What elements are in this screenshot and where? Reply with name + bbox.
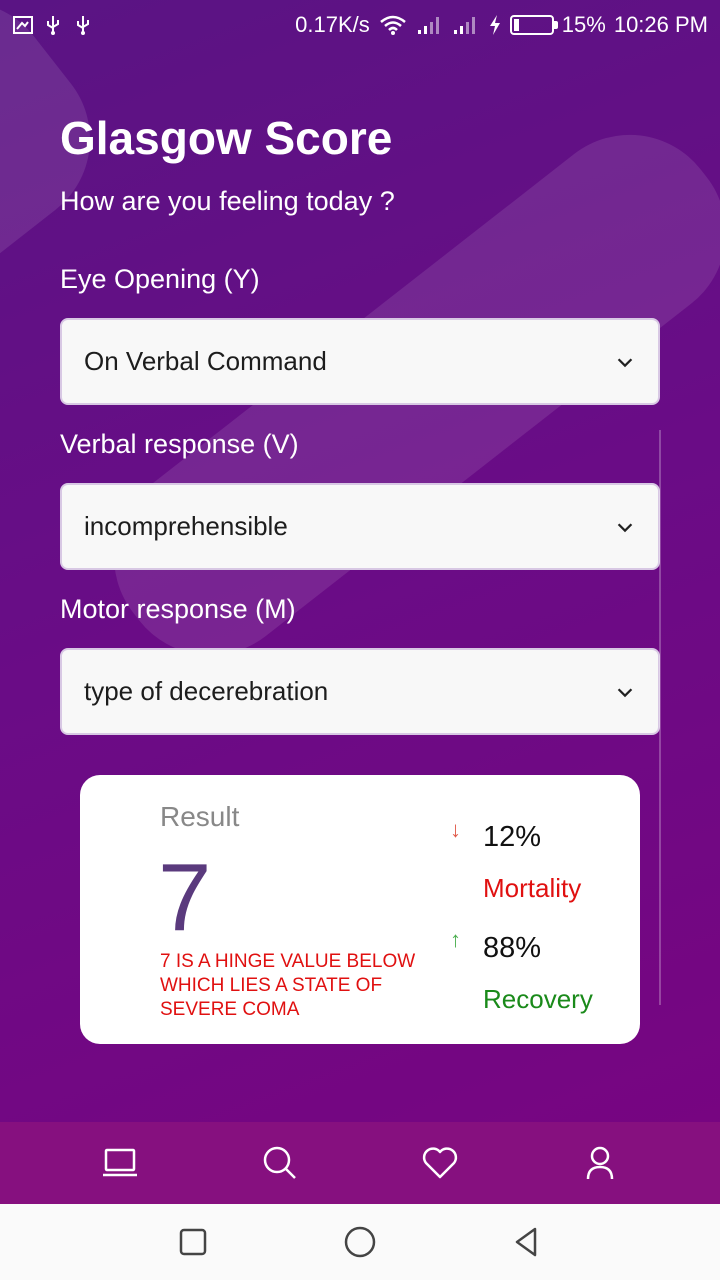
back-button[interactable]: [497, 1212, 557, 1272]
verbal-response-value: incomprehensible: [84, 511, 288, 541]
battery-percent: 15%: [561, 12, 606, 37]
result-note: 7 is a hinge value below which lies a st…: [160, 951, 416, 1020]
motor-response-value: type of decerebration: [84, 676, 329, 706]
network-speed: 0.17K/s: [295, 12, 370, 37]
arrow-up-icon: ↑: [450, 927, 461, 952]
wifi-icon: [378, 14, 408, 36]
verbal-response-label: Verbal response (V): [60, 429, 299, 459]
screenshot-icon: [12, 14, 34, 36]
nav-search[interactable]: [240, 1133, 320, 1193]
result-score: 7: [158, 844, 212, 951]
signal-icon: [416, 14, 444, 36]
result-label: Result: [160, 801, 240, 832]
home-button[interactable]: [330, 1212, 390, 1272]
page-title: Glasgow Score: [60, 112, 393, 164]
status-right: 0.17K/s 15% 10:26 PM: [295, 12, 708, 38]
arrow-down-icon: ↓: [450, 817, 461, 842]
triangle-back-icon: [515, 1227, 536, 1257]
nav-profile[interactable]: [560, 1133, 640, 1193]
battery-icon: [509, 15, 558, 35]
verbal-response-select[interactable]: incomprehensible: [60, 483, 660, 570]
system-nav-bar: [0, 1204, 720, 1280]
chevron-down-icon: [617, 522, 633, 532]
recovery-label: Recovery: [483, 984, 593, 1014]
signal-icon: [452, 14, 480, 36]
motor-response-select[interactable]: type of decerebration: [60, 648, 660, 735]
chevron-down-icon: [617, 687, 633, 697]
bottom-nav: [0, 1122, 720, 1204]
eye-opening-select[interactable]: On Verbal Command: [60, 318, 660, 405]
recovery-percent: 88%: [483, 932, 542, 964]
result-card: Result 7 7 is a hinge value below which …: [80, 775, 640, 1044]
square-icon: [180, 1228, 207, 1256]
eye-opening-label: Eye Opening (Y): [60, 264, 260, 294]
laptop-icon: [103, 1148, 137, 1177]
clock: 10:26 PM: [613, 12, 708, 37]
usb-icon: [42, 14, 64, 36]
status-left: [12, 14, 94, 36]
nav-home[interactable]: [80, 1133, 160, 1193]
chevron-down-icon: [617, 357, 633, 367]
heart-icon: [422, 1147, 458, 1179]
usb-icon: [72, 14, 94, 36]
charging-icon: [488, 14, 502, 36]
search-icon: [263, 1146, 296, 1179]
recents-button[interactable]: [163, 1212, 223, 1272]
user-icon: [586, 1146, 614, 1180]
nav-favorites[interactable]: [400, 1133, 480, 1193]
circle-icon: [344, 1226, 376, 1258]
scroll-indicator: [659, 430, 661, 1005]
eye-opening-value: On Verbal Command: [84, 346, 327, 376]
page-subtitle: How are you feeling today ?: [60, 186, 395, 216]
status-bar: 0.17K/s 15% 10:26 PM: [0, 0, 720, 50]
header: Glasgow Score How are you feeling today …: [60, 108, 660, 217]
motor-response-label: Motor response (M): [60, 594, 296, 624]
mortality-label: Mortality: [483, 873, 582, 903]
mortality-percent: 12%: [483, 821, 542, 853]
